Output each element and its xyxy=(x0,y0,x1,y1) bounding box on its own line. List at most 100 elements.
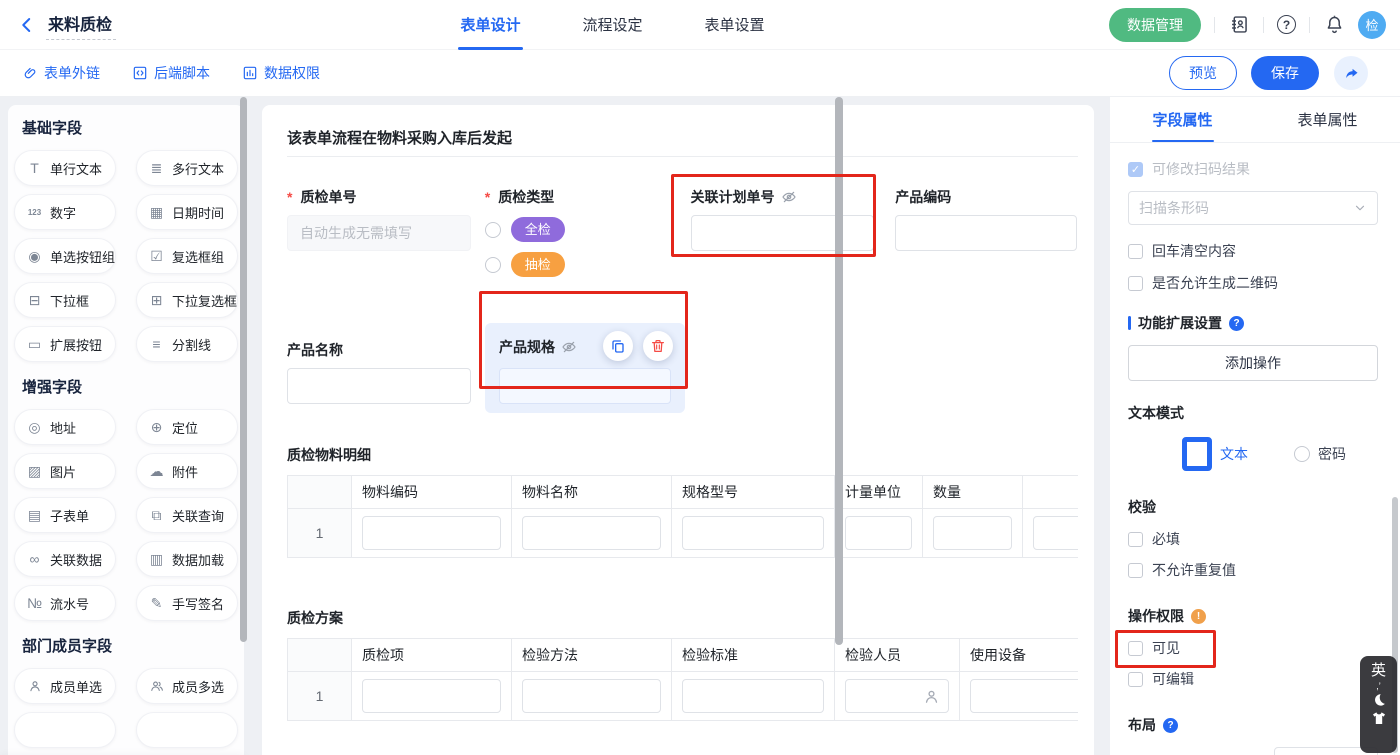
contacts-icon[interactable] xyxy=(1228,14,1250,36)
form-external-link[interactable]: 表单外链 xyxy=(22,63,100,83)
checkbox[interactable] xyxy=(1128,563,1143,578)
palette-field-divider[interactable]: ≡分割线 xyxy=(136,326,238,362)
cell-input[interactable] xyxy=(362,679,501,713)
palette-field-attachment[interactable]: ☁附件 xyxy=(136,453,238,489)
tab-flow-setting[interactable]: 流程设定 xyxy=(583,0,643,50)
radio-icon[interactable] xyxy=(485,222,501,238)
cell-input[interactable] xyxy=(362,516,501,550)
form-notice-text[interactable]: 该表单流程在物料采购入库后发起 xyxy=(287,127,1078,157)
palette-field-subform[interactable]: ▤子表单 xyxy=(14,497,116,533)
product-name-input[interactable] xyxy=(287,368,471,404)
help-question-icon[interactable]: ? xyxy=(1163,718,1178,733)
data-manage-button[interactable]: 数据管理 xyxy=(1109,8,1201,42)
palette-field-member-single[interactable]: 成员单选 xyxy=(14,668,116,704)
radio-icon[interactable] xyxy=(485,257,501,273)
field-product-code[interactable]: 产品编码 xyxy=(880,187,1078,277)
palette-field-single-line-text[interactable]: T单行文本 xyxy=(14,150,116,186)
help-question-icon[interactable]: ? xyxy=(1229,316,1244,331)
add-action-button[interactable]: 添加操作 xyxy=(1128,345,1378,381)
back-button[interactable] xyxy=(16,14,38,36)
cell-input[interactable] xyxy=(1033,516,1078,550)
inspection-type-option[interactable]: 全检 xyxy=(485,217,683,242)
plan-no-input[interactable] xyxy=(691,215,874,251)
no-duplicate-value-row[interactable]: 不允许重复值 xyxy=(1128,560,1378,580)
field-inspection-type[interactable]: 质检类型 全检抽检 xyxy=(485,187,683,277)
palette-field-address[interactable]: ◎地址 xyxy=(14,409,116,445)
plan-table: 质检项检验方法检验标准检验人员使用设备1 xyxy=(287,638,1078,721)
palette-field-image[interactable]: ▨图片 xyxy=(14,453,116,489)
inspection-type-option[interactable]: 抽检 xyxy=(485,252,683,277)
checkbox[interactable] xyxy=(1128,244,1143,259)
canvas-scrollbar[interactable] xyxy=(835,97,843,645)
visible-row[interactable]: 可见 xyxy=(1128,638,1378,658)
plan-table-title: 质检方案 xyxy=(287,608,1078,628)
ime-language-indicator[interactable]: 英 xyxy=(1371,662,1386,680)
cell-input[interactable] xyxy=(682,516,824,550)
cell-input[interactable] xyxy=(933,516,1012,550)
palette-field-linked-query[interactable]: ⧉关联查询 xyxy=(136,497,238,533)
palette-field-partial[interactable] xyxy=(14,712,116,748)
checkbox[interactable] xyxy=(1128,532,1143,547)
palette-field-data-load[interactable]: ▥数据加载 xyxy=(136,541,238,577)
required-row[interactable]: 必填 xyxy=(1128,529,1378,549)
notification-bell-icon[interactable] xyxy=(1323,14,1345,36)
tab-form-settings[interactable]: 表单设置 xyxy=(705,0,765,50)
help-icon[interactable]: ? xyxy=(1277,15,1296,34)
data-permission-link[interactable]: 数据权限 xyxy=(242,63,320,83)
qrcode-allow-row[interactable]: 是否允许生成二维码 xyxy=(1128,273,1378,293)
delete-field-button[interactable] xyxy=(643,331,673,361)
backend-script-link[interactable]: 后端脚本 xyxy=(132,63,210,83)
cell-input[interactable] xyxy=(845,679,949,713)
palette-field-partial[interactable] xyxy=(136,712,238,748)
save-button[interactable]: 保存 xyxy=(1251,56,1319,90)
tab-form-properties[interactable]: 表单属性 xyxy=(1255,97,1400,142)
palette-field-location[interactable]: ⊕定位 xyxy=(136,409,238,445)
text-mode-text[interactable]: 文本 xyxy=(1182,437,1248,471)
palette-field-signature[interactable]: ✎手写签名 xyxy=(136,585,238,621)
enter-clear-row[interactable]: 回车清空内容 xyxy=(1128,241,1378,261)
copy-field-button[interactable] xyxy=(603,331,633,361)
text-mode-password[interactable]: 密码 xyxy=(1294,437,1346,471)
page-title[interactable]: 来料质检 xyxy=(46,9,116,40)
palette-field-number[interactable]: 123数字 xyxy=(14,194,116,230)
product-code-input[interactable] xyxy=(895,215,1077,251)
cell-input[interactable] xyxy=(522,516,661,550)
table-cell xyxy=(672,509,835,558)
checkbox[interactable] xyxy=(1128,672,1143,687)
palette-field-datetime[interactable]: ▦日期时间 xyxy=(136,194,238,230)
palette-field-serial-number[interactable]: №流水号 xyxy=(14,585,116,621)
share-button[interactable] xyxy=(1334,56,1368,90)
ime-toolbar[interactable]: 英 ,’ xyxy=(1360,656,1397,753)
checkbox[interactable] xyxy=(1128,276,1143,291)
cell-input[interactable] xyxy=(970,679,1078,713)
checkbox[interactable] xyxy=(1128,641,1143,656)
scan-mode-select[interactable]: 扫描条形码 xyxy=(1128,191,1378,225)
palette-field-member-multi[interactable]: 成员多选 xyxy=(136,668,238,704)
user-avatar[interactable]: 检 xyxy=(1358,11,1386,39)
product-spec-input[interactable] xyxy=(499,368,671,404)
palette-field-radio-group[interactable]: ◉单选按钮组 xyxy=(14,238,116,274)
field-inspection-no[interactable]: 质检单号 自动生成无需填写 xyxy=(287,187,485,277)
field-product-spec-selected[interactable]: 产品规格 xyxy=(485,323,685,413)
field-product-name[interactable]: 产品名称 xyxy=(287,323,485,413)
palette-field-multi-line-text[interactable]: ≣多行文本 xyxy=(136,150,238,186)
editable-row[interactable]: 可编辑 xyxy=(1128,669,1378,689)
cell-input[interactable] xyxy=(845,516,912,550)
field-plan-no[interactable]: 关联计划单号 xyxy=(683,187,881,277)
inspection-no-input[interactable]: 自动生成无需填写 xyxy=(287,215,471,251)
palette-field-linked-data[interactable]: ∞关联数据 xyxy=(14,541,116,577)
sidebar-scrollbar[interactable] xyxy=(240,97,247,642)
radio-icon[interactable] xyxy=(1294,446,1310,462)
tab-form-design[interactable]: 表单设计 xyxy=(460,0,520,50)
radio-icon[interactable] xyxy=(1182,437,1212,471)
cell-input[interactable] xyxy=(682,679,824,713)
cell-input[interactable] xyxy=(522,679,661,713)
preview-button[interactable]: 预览 xyxy=(1169,56,1237,90)
palette-field-checkbox-group[interactable]: ☑复选框组 xyxy=(136,238,238,274)
dark-mode-moon-icon[interactable] xyxy=(1371,692,1387,708)
skin-shirt-icon[interactable] xyxy=(1371,710,1387,726)
tab-field-properties[interactable]: 字段属性 xyxy=(1110,97,1255,142)
palette-field-select[interactable]: ⊟下拉框 xyxy=(14,282,116,318)
palette-field-extend-button[interactable]: ▭扩展按钮 xyxy=(14,326,116,362)
palette-field-multi-select[interactable]: ⊞下拉复选框 xyxy=(136,282,238,318)
